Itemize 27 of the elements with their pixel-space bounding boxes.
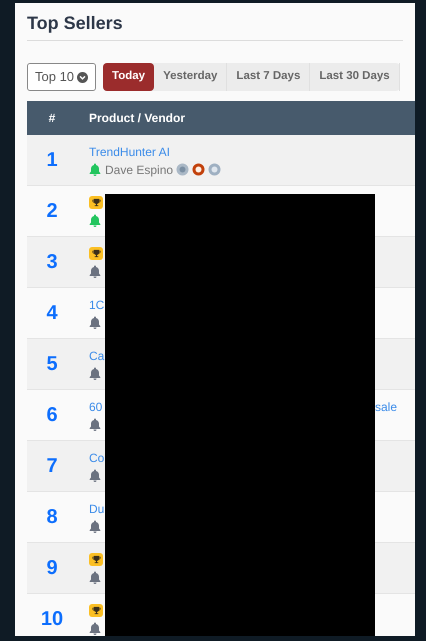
page-title: Top Sellers: [27, 12, 124, 34]
product-link[interactable]: Co: [89, 448, 104, 466]
product-link[interactable]: 1C: [89, 296, 104, 314]
product-link[interactable]: 60: [89, 398, 102, 416]
product-link[interactable]: sale: [374, 398, 397, 416]
date-tab[interactable]: Today: [103, 63, 154, 91]
product-link[interactable]: Ca: [89, 346, 104, 364]
top-count-select[interactable]: Top 10: [27, 63, 96, 91]
rank-number: 8: [45, 505, 59, 530]
rank-number: 5: [45, 352, 59, 377]
rank-number: 9: [45, 556, 59, 581]
chevron-down-icon: [77, 72, 88, 82]
date-tab[interactable]: Last 30 Days: [310, 63, 400, 91]
rank-number: 1: [45, 148, 59, 173]
vendor-name: Dave Espino: [105, 162, 174, 178]
rank-number: 7: [45, 454, 59, 479]
date-tab[interactable]: Last 7 Days: [227, 63, 310, 91]
column-header: Product / Vendor: [89, 110, 186, 127]
rank-number: 2: [45, 199, 59, 224]
rank-number: 10: [40, 607, 64, 632]
product-link[interactable]: TrendHunter AI: [89, 142, 170, 160]
product-link[interactable]: Du: [89, 500, 104, 518]
rank-number: 3: [45, 250, 59, 275]
rank-number: 4: [45, 301, 59, 326]
date-tab[interactable]: Yesterday: [154, 63, 228, 91]
column-header: #: [48, 110, 56, 127]
rank-number: 6: [45, 403, 59, 428]
